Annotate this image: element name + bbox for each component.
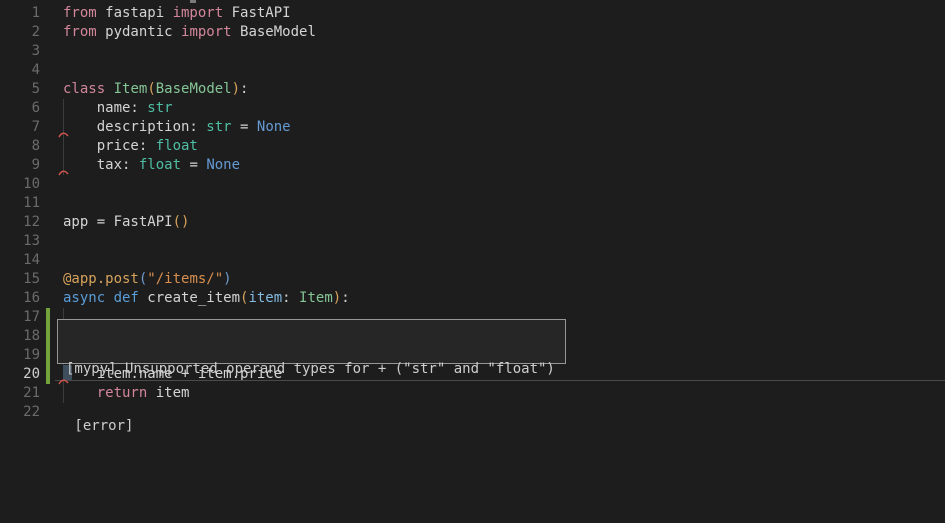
code-line[interactable]: 14 [0, 251, 945, 270]
code-text: name: str [63, 99, 173, 118]
code-text: @app.post("/items/") [63, 270, 232, 289]
sign-column [40, 61, 63, 80]
code-line[interactable]: 3 [0, 42, 945, 61]
git-added-sign [46, 365, 50, 384]
git-added-sign [46, 308, 50, 327]
sign-column [40, 232, 63, 251]
sign-column [40, 384, 63, 403]
diagnostic-squiggle [58, 169, 70, 176]
line-number: 11 [0, 194, 40, 213]
code-line[interactable]: 15 @app.post("/items/") [0, 270, 945, 289]
code-line[interactable]: 10 [0, 175, 945, 194]
line-number: 8 [0, 137, 40, 156]
code-line[interactable]: 9 tax: float = None [0, 156, 945, 175]
line-number: 12 [0, 213, 40, 232]
sign-column [40, 289, 63, 308]
code-line[interactable]: 1 from fastapi import FastAPI [0, 4, 945, 23]
line-number: 9 [0, 156, 40, 175]
line-number: 20 [0, 365, 40, 384]
code-text: class Item(BaseModel): [63, 80, 248, 99]
line-number: 19 [0, 346, 40, 365]
line-number: 6 [0, 99, 40, 118]
code-text: description: str = None [63, 118, 291, 137]
code-line[interactable]: 12 app = FastAPI() [0, 213, 945, 232]
sign-column [40, 270, 63, 289]
code-editor: 1 from fastapi import FastAPI 2 from pydant… [0, 0, 945, 523]
screen-artifact [190, 0, 196, 3]
diagnostic-severity: [error] [66, 417, 557, 436]
code-text: from fastapi import FastAPI [63, 4, 291, 23]
sign-column [40, 23, 63, 42]
sign-column [40, 403, 63, 422]
sign-column [40, 4, 63, 23]
code-text: async def create_item(item: Item): [63, 289, 350, 308]
line-number: 2 [0, 23, 40, 42]
line-number: 14 [0, 251, 40, 270]
sign-column [40, 194, 63, 213]
code-text: price: float [63, 137, 198, 156]
line-number: 22 [0, 403, 40, 422]
line-number: 17 [0, 308, 40, 327]
diagnostic-squiggle [58, 131, 70, 138]
line-number: 18 [0, 327, 40, 346]
code-line[interactable]: 5 class Item(BaseModel): [0, 80, 945, 99]
line-number: 5 [0, 80, 40, 99]
line-number: 13 [0, 232, 40, 251]
sign-column [40, 213, 63, 232]
line-number: 1 [0, 4, 40, 23]
git-added-sign [46, 327, 50, 346]
code-text: from pydantic import BaseModel [63, 23, 316, 42]
line-number: 15 [0, 270, 40, 289]
code-line[interactable]: 8 price: float [0, 137, 945, 156]
git-added-sign [46, 346, 50, 365]
sign-column [40, 42, 63, 61]
code-line[interactable]: 4 [0, 61, 945, 80]
line-number: 7 [0, 118, 40, 137]
code-line[interactable]: 2 from pydantic import BaseModel [0, 23, 945, 42]
code-line[interactable]: 6 name: str [0, 99, 945, 118]
code-text: app = FastAPI() [63, 213, 189, 232]
line-number: 10 [0, 175, 40, 194]
code-line[interactable]: 7 description: str = None [0, 118, 945, 137]
line-number: 4 [0, 61, 40, 80]
code-line[interactable]: 11 [0, 194, 945, 213]
code-text: tax: float = None [63, 156, 240, 175]
line-number: 21 [0, 384, 40, 403]
line-number: 16 [0, 289, 40, 308]
line-number: 3 [0, 42, 40, 61]
code-line[interactable]: 16 async def create_item(item: Item): [0, 289, 945, 308]
sign-column [40, 137, 63, 156]
sign-column [40, 80, 63, 99]
code-line[interactable]: 13 [0, 232, 945, 251]
sign-column [40, 251, 63, 270]
diagnostic-message: [mypy] Unsupported operand types for + (… [66, 360, 557, 379]
sign-column [40, 175, 63, 194]
sign-column [40, 99, 63, 118]
diagnostic-float: [mypy] Unsupported operand types for + (… [57, 319, 566, 364]
